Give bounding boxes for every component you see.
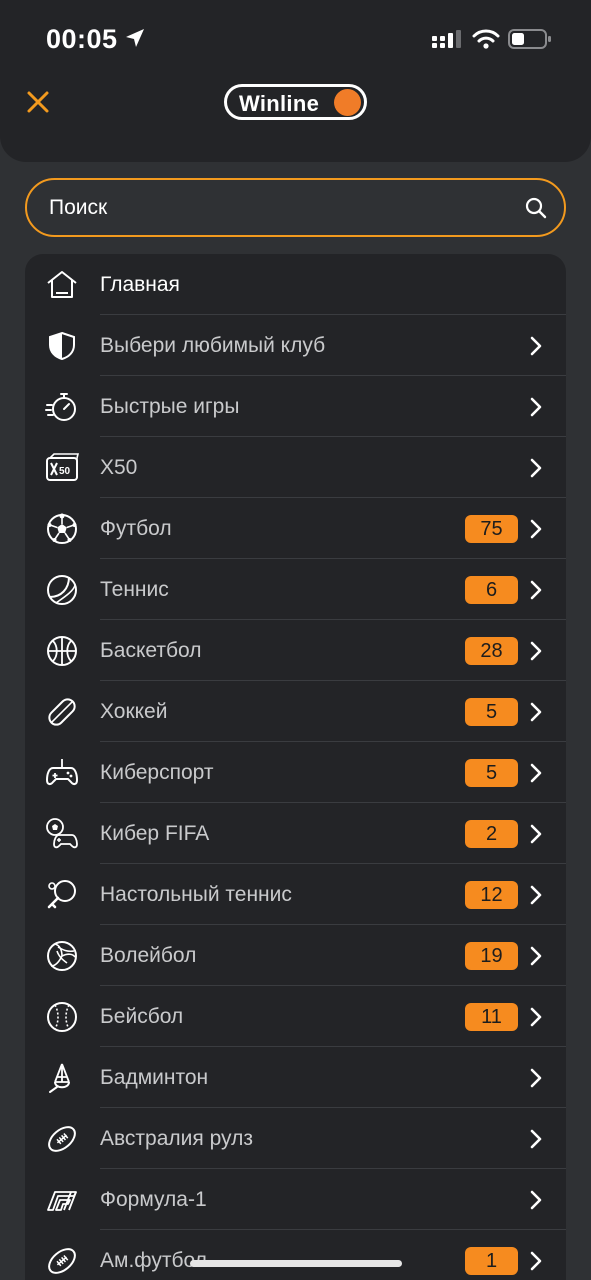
menu-item-home[interactable]: Главная xyxy=(25,254,566,315)
menu-item-american-football[interactable]: Ам.футбол 1 xyxy=(25,1230,566,1280)
sports-menu: Главная Выбери любимый клуб Быстрые игры… xyxy=(25,254,566,1280)
status-bar: 00:05 xyxy=(0,0,591,80)
menu-item-label: Выбери любимый клуб xyxy=(100,334,326,357)
event-count-badge: 19 xyxy=(465,942,518,970)
chevron-right-icon xyxy=(530,1251,542,1271)
stopwatch-icon xyxy=(45,390,79,424)
shield-icon xyxy=(45,329,79,363)
event-count-badge: 5 xyxy=(465,698,518,726)
rugby-ball-icon xyxy=(45,1122,79,1156)
gamepad-icon xyxy=(45,756,79,790)
chevron-right-icon xyxy=(530,1129,542,1149)
baseball-icon xyxy=(45,1000,79,1034)
menu-item-label: Быстрые игры xyxy=(100,395,240,418)
menu-item-x50[interactable]: 50 X50 xyxy=(25,437,566,498)
menu-item-esports[interactable]: Киберспорт 5 xyxy=(25,742,566,803)
menu-item-formula1[interactable]: Формула-1 xyxy=(25,1169,566,1230)
chevron-right-icon xyxy=(530,641,542,661)
event-count-badge: 12 xyxy=(465,881,518,909)
menu-item-tennis[interactable]: Теннис 6 xyxy=(25,559,566,620)
chevron-right-icon xyxy=(530,580,542,600)
football-icon xyxy=(45,512,79,546)
chevron-right-icon xyxy=(530,336,542,356)
battery-icon xyxy=(508,29,551,49)
event-count-badge: 75 xyxy=(465,515,518,543)
menu-item-label: Формула-1 xyxy=(100,1188,207,1211)
cyber-fifa-icon xyxy=(45,817,79,851)
menu-item-label: Бадминтон xyxy=(100,1066,209,1089)
volleyball-icon xyxy=(45,939,79,973)
table-tennis-icon xyxy=(45,878,79,912)
shuttlecock-icon xyxy=(45,1061,79,1095)
chevron-right-icon xyxy=(530,1190,542,1210)
chevron-right-icon xyxy=(530,397,542,417)
chevron-right-icon xyxy=(530,1007,542,1027)
menu-item-label: Настольный теннис xyxy=(100,883,292,906)
formula1-icon xyxy=(45,1183,79,1217)
menu-item-aussie-rules[interactable]: Австралия рулз xyxy=(25,1108,566,1169)
menu-item-baseball[interactable]: Бейсбол 11 xyxy=(25,986,566,1047)
search-bar[interactable] xyxy=(25,178,566,237)
cellular-signal-icon xyxy=(432,30,461,48)
menu-item-football[interactable]: Футбол 75 xyxy=(25,498,566,559)
tennis-icon xyxy=(45,573,79,607)
basketball-icon xyxy=(45,634,79,668)
close-icon[interactable] xyxy=(24,88,52,116)
menu-item-label: X50 xyxy=(100,456,138,479)
winline-logo: Winline xyxy=(224,84,367,120)
menu-item-label: Ам.футбол xyxy=(100,1249,207,1272)
event-count-badge: 28 xyxy=(465,637,518,665)
home-icon xyxy=(45,268,79,302)
wifi-icon xyxy=(472,29,500,49)
menu-item-label: Хоккей xyxy=(100,700,168,723)
event-count-badge: 11 xyxy=(465,1003,518,1031)
event-count-badge: 5 xyxy=(465,759,518,787)
search-icon[interactable] xyxy=(524,196,548,220)
menu-item-quick-games[interactable]: Быстрые игры xyxy=(25,376,566,437)
menu-item-label: Волейбол xyxy=(100,944,197,967)
x50-icon: 50 xyxy=(45,451,80,485)
menu-item-label: Кибер FIFA xyxy=(100,822,210,845)
logo-text: Winline xyxy=(239,91,320,116)
svg-text:50: 50 xyxy=(59,466,71,477)
menu-item-table-tennis[interactable]: Настольный теннис 12 xyxy=(25,864,566,925)
menu-item-hockey[interactable]: Хоккей 5 xyxy=(25,681,566,742)
chevron-right-icon xyxy=(530,763,542,783)
menu-item-volleyball[interactable]: Волейбол 19 xyxy=(25,925,566,986)
chevron-right-icon xyxy=(530,1068,542,1088)
event-count-badge: 2 xyxy=(465,820,518,848)
chevron-right-icon xyxy=(530,519,542,539)
menu-item-label: Бейсбол xyxy=(100,1005,184,1028)
status-time: 00:05 xyxy=(46,24,118,54)
menu-item-favorite-club[interactable]: Выбери любимый клуб xyxy=(25,315,566,376)
menu-item-label: Баскетбол xyxy=(100,639,202,662)
chevron-right-icon xyxy=(530,458,542,478)
event-count-badge: 6 xyxy=(465,576,518,604)
menu-item-badminton[interactable]: Бадминтон xyxy=(25,1047,566,1108)
menu-item-label: Австралия рулз xyxy=(100,1127,253,1150)
event-count-badge: 1 xyxy=(465,1247,518,1275)
menu-item-cyber-fifa[interactable]: Кибер FIFA 2 xyxy=(25,803,566,864)
menu-item-label: Главная xyxy=(100,273,180,296)
search-input[interactable] xyxy=(49,180,509,235)
chevron-right-icon xyxy=(530,946,542,966)
american-football-icon xyxy=(45,1244,79,1278)
chevron-right-icon xyxy=(530,702,542,722)
hockey-icon xyxy=(45,695,79,729)
menu-item-basketball[interactable]: Баскетбол 28 xyxy=(25,620,566,681)
location-arrow-icon xyxy=(126,29,144,47)
logo-dot xyxy=(334,89,361,116)
chevron-right-icon xyxy=(530,885,542,905)
menu-item-label: Киберспорт xyxy=(100,761,214,784)
chevron-right-icon xyxy=(530,824,542,844)
menu-item-label: Футбол xyxy=(100,517,172,540)
home-indicator[interactable] xyxy=(190,1260,402,1267)
menu-item-label: Теннис xyxy=(100,578,169,601)
